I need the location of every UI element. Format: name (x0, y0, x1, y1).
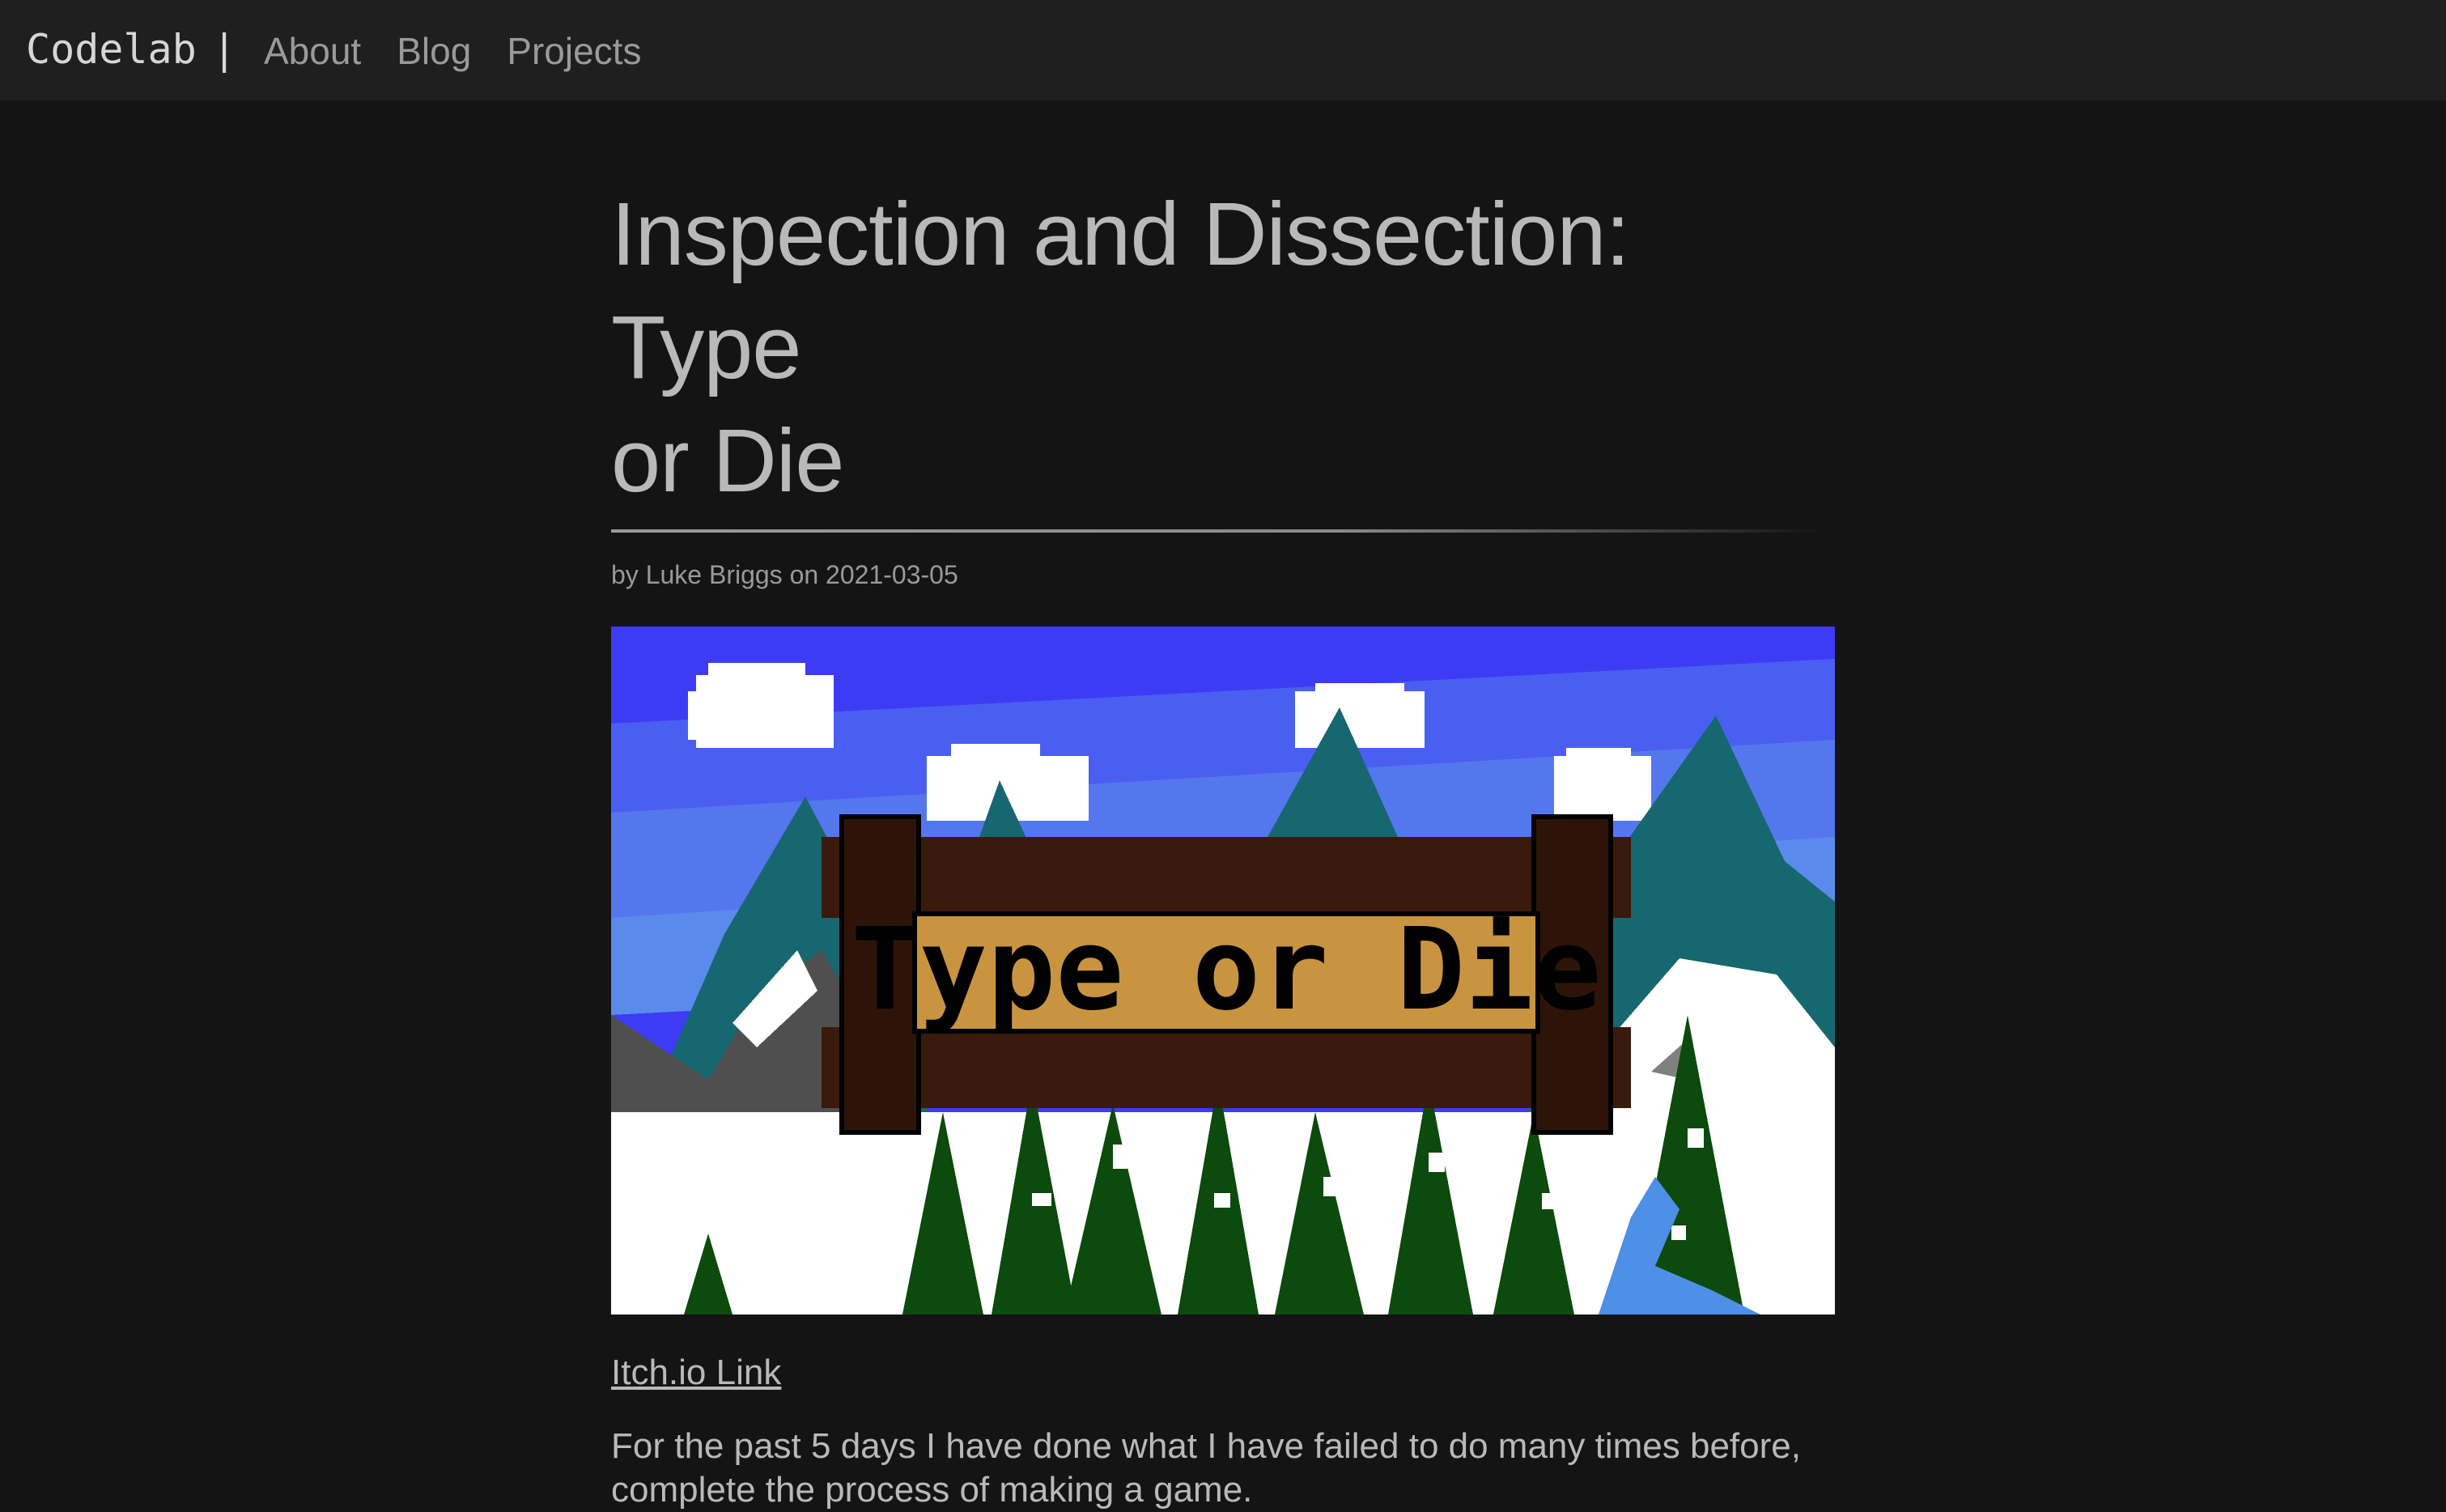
intro-paragraph: For the past 5 days I have done what I h… (611, 1425, 1835, 1512)
title-divider (611, 529, 1825, 533)
article: Inspection and Dissection: Type or Die b… (611, 178, 1835, 1512)
post-byline: by Luke Briggs on 2021-03-05 (611, 560, 958, 589)
nav-link-projects[interactable]: Projects (507, 24, 641, 78)
brand-logo-link[interactable]: Codelab (26, 21, 197, 78)
nav-links: About Blog Projects (264, 24, 641, 78)
nav-link-blog[interactable]: Blog (397, 24, 471, 78)
title-sign: Type or Die (822, 814, 1631, 1135)
post-title-line-1: Inspection and Dissection: Type (611, 185, 1630, 397)
cloud-right (1295, 683, 1425, 748)
cloud-left (688, 663, 834, 748)
nav-link-about[interactable]: About (264, 24, 361, 78)
sign-text: Type or Die (851, 904, 1601, 1036)
intro-paragraph-line-2: complete the process of making a game. (611, 1470, 1253, 1510)
post-title-line-2: or Die (611, 411, 844, 511)
itchio-link[interactable]: Itch.io Link (611, 1348, 781, 1397)
cloud-far-right (1554, 748, 1651, 821)
hero-image: Type or Die (611, 626, 1835, 1315)
brand-separator: | (212, 26, 237, 73)
top-navbar: Codelab | About Blog Projects (0, 0, 2446, 100)
post-title: Inspection and Dissection: Type or Die (611, 178, 1835, 518)
intro-paragraph-line-1: For the past 5 days I have done what I h… (611, 1426, 1801, 1466)
